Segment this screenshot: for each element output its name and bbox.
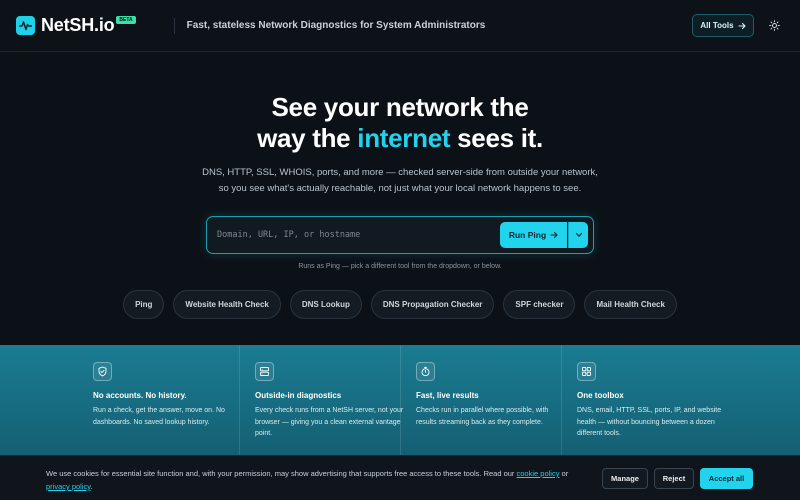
all-tools-button[interactable]: All Tools	[692, 14, 754, 37]
reject-cookies-button[interactable]: Reject	[654, 468, 694, 489]
tool-dropdown-button[interactable]	[568, 222, 588, 248]
chip-spf-checker[interactable]: SPF checker	[503, 290, 576, 319]
feature-body: DNS, email, HTTP, SSL, ports, IP, and we…	[577, 407, 722, 437]
page: NetSH.io BETA Fast, stateless Network Di…	[0, 0, 800, 500]
stopwatch-icon	[416, 362, 435, 381]
arrow-right-icon	[738, 22, 746, 29]
cookie-text-before: We use cookies for essential site functi…	[46, 469, 517, 478]
hero-subtitle: DNS, HTTP, SSL, WHOIS, ports, and more —…	[0, 165, 800, 197]
grid-icon	[577, 362, 596, 381]
hero-title-line2-before: way the	[257, 123, 358, 153]
cookie-policy-link[interactable]: cookie policy	[517, 469, 560, 478]
chevron-down-icon	[575, 232, 582, 237]
run-tool-label: Run Ping	[508, 230, 547, 240]
cookie-banner: We use cookies for essential site functi…	[0, 455, 800, 500]
feature-title: Outside-in diagnostics	[255, 391, 342, 400]
site-header: NetSH.io BETA Fast, stateless Network Di…	[0, 0, 800, 52]
feature-outside-in: Outside-in diagnostics Every check runs …	[239, 345, 403, 455]
hero-subtitle-line1: DNS, HTTP, SSL, WHOIS, ports, and more —…	[202, 167, 598, 178]
pulse-icon	[16, 16, 35, 35]
cookie-text-after: .	[90, 482, 93, 491]
features-band: No accounts. No history. Run a check, ge…	[0, 345, 800, 455]
chip-website-health-check[interactable]: Website Health Check	[173, 290, 281, 319]
search-box: Run Ping	[206, 216, 594, 254]
cookie-text: We use cookies for essential site functi…	[46, 467, 591, 493]
privacy-policy-link[interactable]: privacy policy	[46, 482, 90, 491]
hero-title-line1: See your network the	[271, 92, 529, 122]
theme-toggle-button[interactable]	[766, 17, 782, 33]
tagline: Fast, stateless Network Diagnostics for …	[186, 20, 486, 31]
feature-body: Every check runs from a NetSH server, no…	[255, 407, 404, 437]
chip-mail-health-check[interactable]: Mail Health Check	[584, 290, 677, 319]
feature-body: Run a check, get the answer, move on. No…	[93, 407, 225, 426]
hero-title: See your network the way the internet se…	[0, 92, 800, 154]
all-tools-label: All Tools	[700, 21, 734, 30]
arrow-right-icon	[550, 231, 558, 239]
tool-chips: Ping Website Health Check DNS Lookup DNS…	[0, 290, 800, 319]
chip-ping[interactable]: Ping	[123, 290, 165, 319]
hero-subtitle-line2: so you see what's actually reachable, no…	[218, 183, 582, 194]
logo-text: NetSH.io	[41, 15, 115, 36]
feature-title: No accounts. No history.	[93, 391, 187, 400]
feature-one-toolbox: One toolbox DNS, email, HTTP, SSL, ports…	[561, 345, 722, 455]
accept-cookies-button[interactable]: Accept all	[700, 468, 753, 489]
hero-title-line2-after: sees it.	[450, 123, 543, 153]
search-hint: Runs as Ping — pick a different tool fro…	[298, 263, 502, 270]
manage-cookies-button[interactable]: Manage	[602, 468, 648, 489]
feature-title: Fast, live results	[416, 391, 479, 400]
cookie-text-middle: or	[559, 469, 569, 478]
logo[interactable]: NetSH.io BETA	[16, 15, 136, 36]
logo-tld: .io	[94, 15, 115, 35]
shield-check-icon	[93, 362, 112, 381]
feature-body: Checks run in parallel where possible, w…	[416, 407, 549, 426]
search-input[interactable]	[217, 226, 487, 244]
feature-fast-live: Fast, live results Checks run in paralle…	[400, 345, 561, 455]
beta-badge: BETA	[116, 15, 136, 24]
feature-no-accounts: No accounts. No history. Run a check, ge…	[78, 345, 239, 455]
hero-section: See your network the way the internet se…	[0, 52, 800, 345]
feature-title: One toolbox	[577, 391, 624, 400]
chip-dns-propagation-checker[interactable]: DNS Propagation Checker	[370, 290, 495, 319]
header-divider	[173, 17, 175, 34]
server-icon	[255, 362, 274, 381]
hero-title-accent: internet	[357, 123, 451, 153]
sun-icon	[768, 19, 780, 31]
logo-name: NetSH	[41, 15, 95, 35]
run-tool-button[interactable]: Run Ping	[500, 222, 567, 248]
chip-dns-lookup[interactable]: DNS Lookup	[289, 290, 362, 319]
